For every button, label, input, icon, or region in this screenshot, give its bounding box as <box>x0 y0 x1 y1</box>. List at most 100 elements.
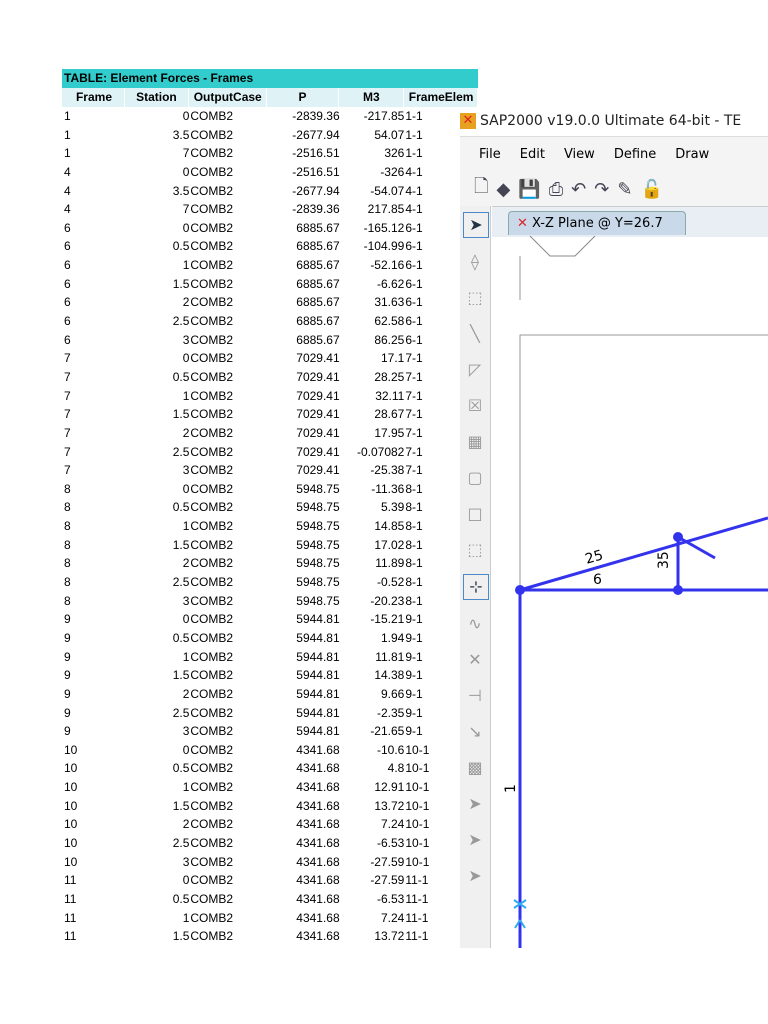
cell-outputcase: COMB2 <box>190 444 234 459</box>
cell-frame: 11 <box>64 910 77 925</box>
cell-m3: 11.81 <box>375 649 405 664</box>
cell-p: 6885.67 <box>296 295 340 310</box>
cell-outputcase: COMB2 <box>190 500 234 515</box>
model-view[interactable]: 25 6 35 1 <box>455 108 768 948</box>
joint[interactable] <box>515 585 525 595</box>
cell-outputcase: COMB2 <box>190 164 234 179</box>
cell-p: 5944.81 <box>296 686 340 701</box>
cell-station: 0 <box>182 481 190 496</box>
table-row: 9 2.5 COMB2 5944.81 -2.35 9-1 <box>62 704 478 723</box>
cell-station: 0 <box>182 351 190 366</box>
cell-m3: 12.91 <box>374 780 405 795</box>
cell-p: 5944.81 <box>296 705 340 720</box>
table-row: 10 0 COMB2 4341.68 -10.6 10-1 <box>62 741 478 760</box>
cell-p: 7029.41 <box>296 369 340 384</box>
element-forces-table: TABLE: Element Forces - Frames Frame Sta… <box>62 69 478 946</box>
table-row: 1 7 COMB2 -2516.51 326 1-1 <box>62 144 478 163</box>
cell-frame: 7 <box>64 351 71 366</box>
table-row: 6 0.5 COMB2 6885.67 -104.99 6-1 <box>62 237 478 256</box>
table-row: 9 3 COMB2 5944.81 -21.65 9-1 <box>62 722 478 741</box>
cell-station: 3 <box>182 724 190 739</box>
frame-label-6: 6 <box>593 572 602 588</box>
cell-frame: 9 <box>64 705 71 720</box>
table-row: 9 0 COMB2 5944.81 -15.21 9-1 <box>62 610 478 629</box>
cell-frame: 7 <box>64 425 71 440</box>
table-row: 10 2.5 COMB2 4341.68 -6.53 10-1 <box>62 834 478 853</box>
cell-frame: 4 <box>64 202 71 217</box>
joint[interactable] <box>673 585 683 595</box>
cell-m3: 14.38 <box>374 668 405 683</box>
col-frame: Frame <box>62 88 125 107</box>
table-row: 4 7 COMB2 -2839.36 217.85 4-1 <box>62 200 478 219</box>
cell-p: 6885.67 <box>296 239 340 254</box>
table-header: Frame Station OutputCase P M3 FrameElem <box>62 88 478 107</box>
cell-outputcase: COMB2 <box>190 798 234 813</box>
cell-station: 0.5 <box>172 239 190 254</box>
cell-p: 4341.68 <box>296 780 340 795</box>
table-row: 6 0 COMB2 6885.67 -165.12 6-1 <box>62 219 478 238</box>
cell-m3: 17.02 <box>374 537 405 552</box>
cell-frame: 7 <box>64 463 71 478</box>
cell-outputcase: COMB2 <box>190 724 234 739</box>
cell-frame: 8 <box>64 537 71 552</box>
table-row: 9 1 COMB2 5944.81 11.81 9-1 <box>62 648 478 667</box>
col-outputcase: OutputCase <box>189 88 267 107</box>
cell-outputcase: COMB2 <box>190 835 234 850</box>
cell-m3: 13.72 <box>374 798 405 813</box>
cell-outputcase: COMB2 <box>190 873 234 888</box>
cell-p: 4341.68 <box>296 891 340 906</box>
cell-frame: 8 <box>64 519 71 534</box>
table-row: 10 2 COMB2 4341.68 7.24 10-1 <box>62 815 478 834</box>
cell-p: 7029.41 <box>296 407 340 422</box>
cell-p: 5948.75 <box>296 556 340 571</box>
grid-box <box>519 334 768 590</box>
cell-m3: -0.52 <box>376 575 405 590</box>
cell-outputcase: COMB2 <box>190 258 234 273</box>
table-row: 9 0.5 COMB2 5944.81 1.94 9-1 <box>62 629 478 648</box>
cell-frame: 7 <box>64 388 71 403</box>
cell-m3: 17.95 <box>374 425 405 440</box>
cell-p: 5948.75 <box>296 593 340 608</box>
cell-outputcase: COMB2 <box>190 146 234 161</box>
cell-frame: 1 <box>64 109 71 123</box>
cell-frame: 10 <box>64 854 78 869</box>
cell-p: 5948.75 <box>296 519 340 534</box>
cell-p: 4341.68 <box>296 761 340 776</box>
cell-p: 6885.67 <box>296 220 340 235</box>
cell-outputcase: COMB2 <box>190 388 234 403</box>
cell-p: 5948.75 <box>296 500 340 515</box>
rafter-frame[interactable] <box>519 516 768 592</box>
cell-outputcase: COMB2 <box>190 630 234 645</box>
cell-frame: 8 <box>64 500 71 515</box>
table-row: 7 0 COMB2 7029.41 17.1 7-1 <box>62 349 478 368</box>
cell-frame: 10 <box>64 761 78 776</box>
cell-p: 6885.67 <box>296 276 340 291</box>
cell-p: -2839.36 <box>292 109 340 123</box>
cell-m3: 31.63 <box>374 295 405 310</box>
cell-station: 7 <box>182 146 190 161</box>
table-row: 7 1.5 COMB2 7029.41 28.67 7-1 <box>62 405 478 424</box>
cell-p: 7029.41 <box>296 444 340 459</box>
cell-station: 0 <box>182 164 190 179</box>
sap2000-window: ✕ SAP2000 v19.0.0 Ultimate 64-bit - TE Fi… <box>455 108 768 948</box>
cell-station: 0 <box>182 109 190 123</box>
cell-frame: 11 <box>64 929 77 944</box>
cell-outputcase: COMB2 <box>190 910 234 925</box>
cell-outputcase: COMB2 <box>190 817 234 832</box>
cell-p: 5944.81 <box>296 724 340 739</box>
cell-frame: 6 <box>64 258 71 273</box>
cell-p: -2677.94 <box>292 127 340 142</box>
joint[interactable] <box>673 532 683 542</box>
cell-m3: -10.6 <box>376 742 405 757</box>
cell-p: 7029.41 <box>296 351 340 366</box>
cell-frame: 11 <box>64 891 77 906</box>
cell-p: 5948.75 <box>296 537 340 552</box>
cell-station: 1 <box>182 519 190 534</box>
cell-frame: 6 <box>64 314 71 329</box>
cell-p: 4341.68 <box>296 910 340 925</box>
cell-station: 0 <box>182 612 190 627</box>
cell-frame: 4 <box>64 183 71 198</box>
cell-p: -2516.51 <box>292 146 340 161</box>
cell-p: 7029.41 <box>296 425 340 440</box>
cell-station: 3 <box>182 854 190 869</box>
